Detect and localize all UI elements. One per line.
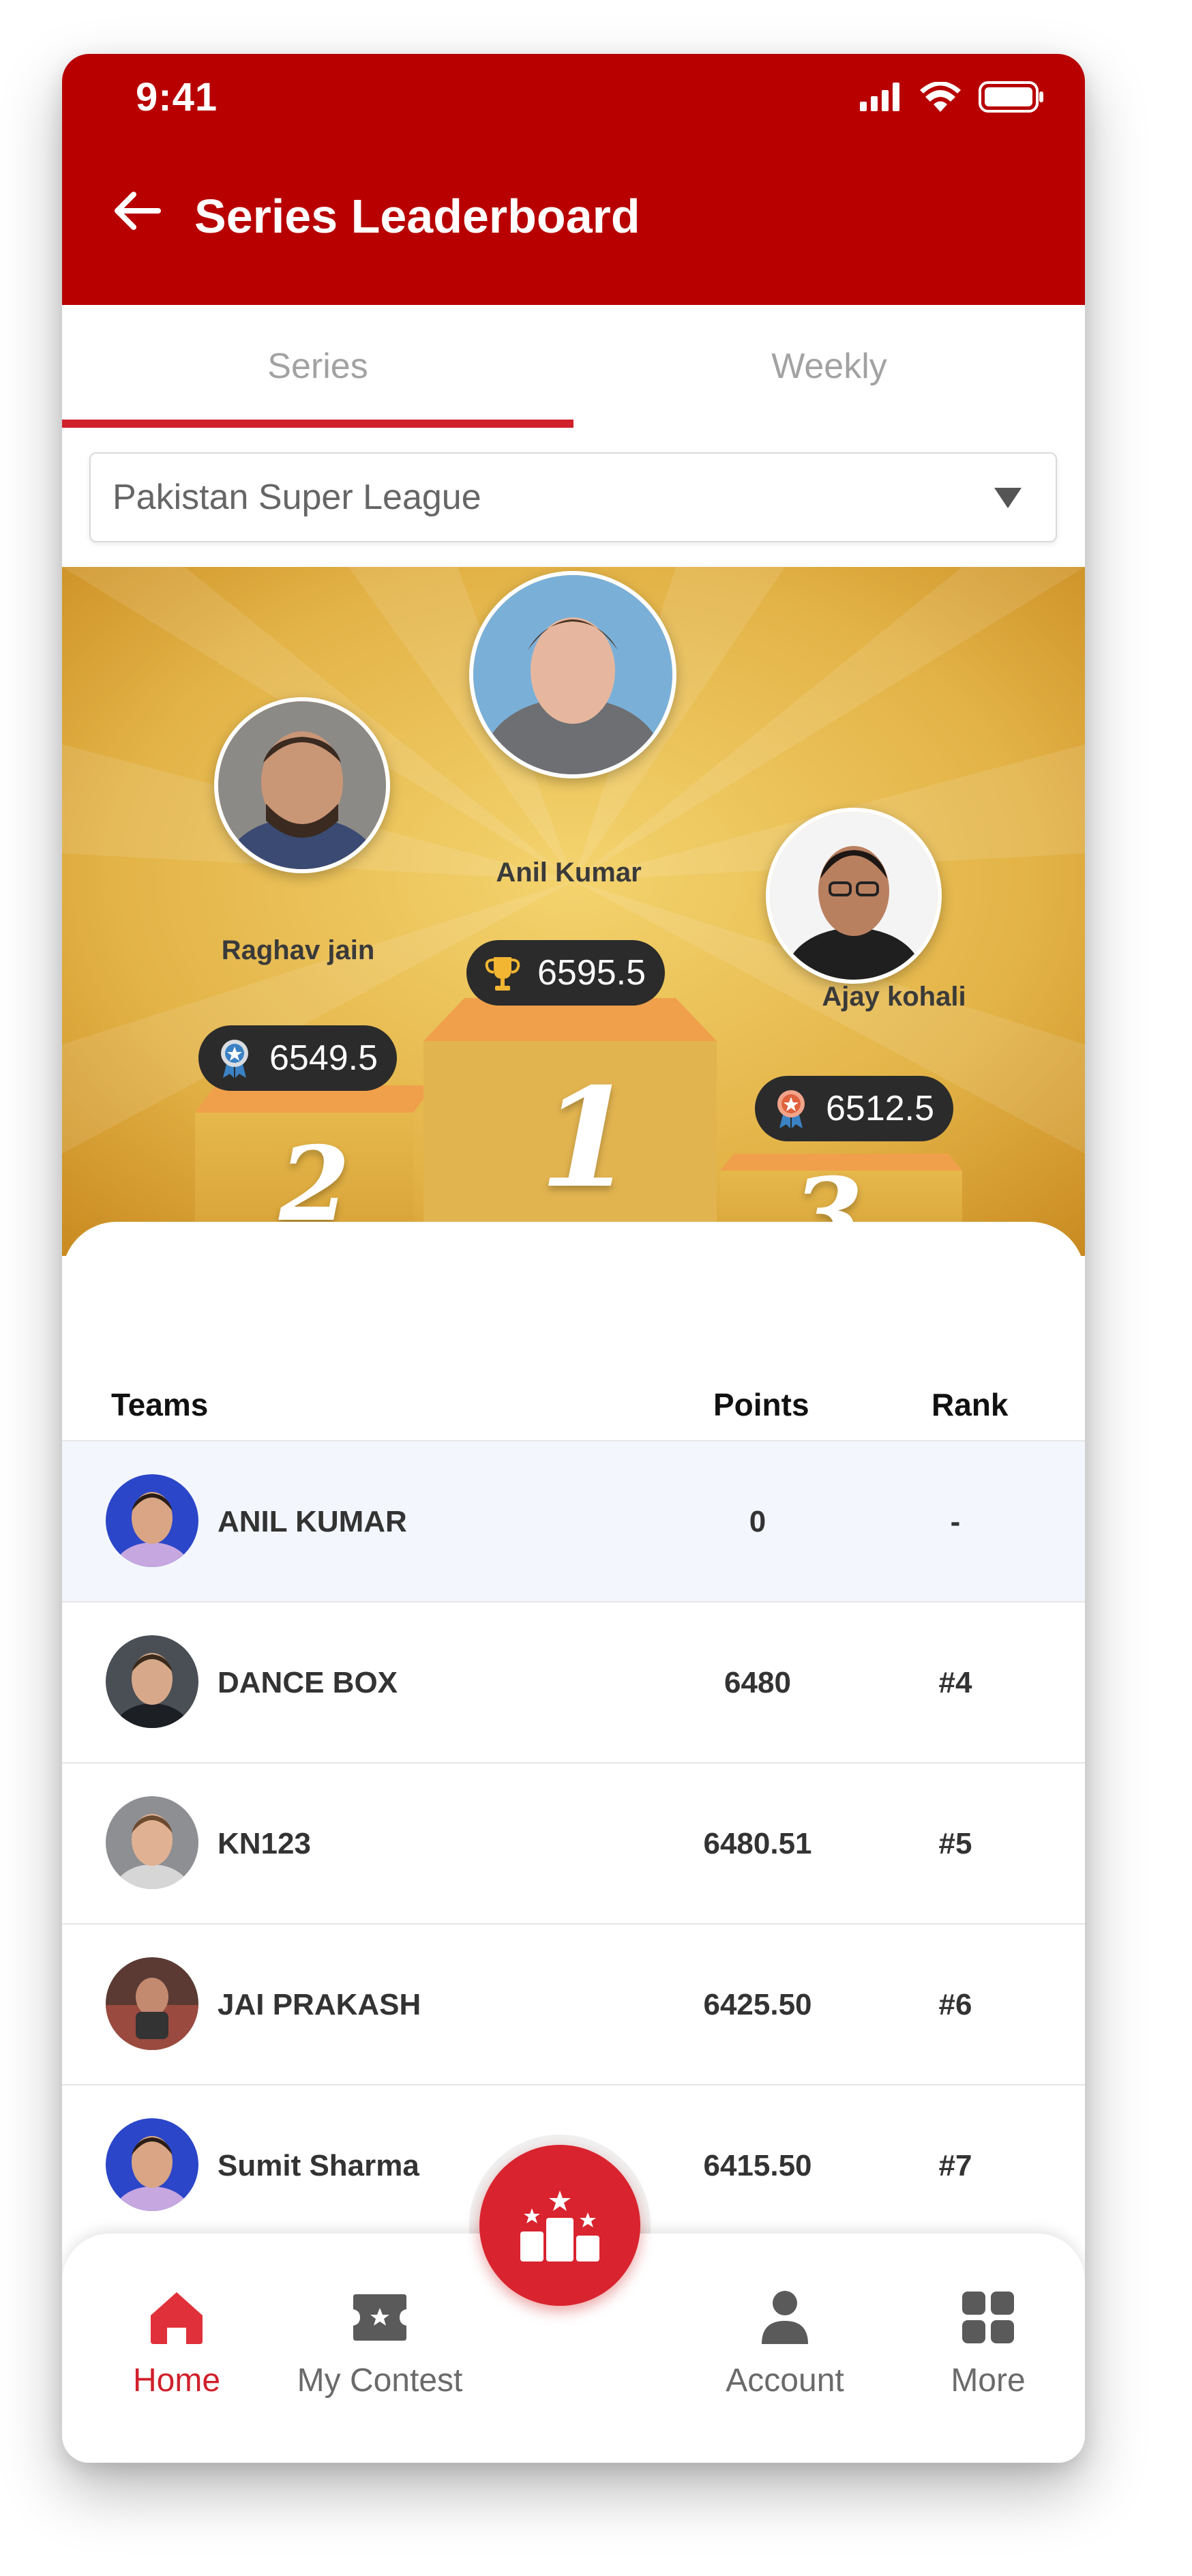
first-place-score-value: 6595.5 <box>537 953 646 993</box>
team-avatar <box>106 2118 198 2211</box>
team-rank: #4 <box>938 1666 972 1699</box>
rank-two-label: 2 <box>279 1124 351 1244</box>
third-place-score-value: 6512.5 <box>826 1089 935 1128</box>
second-place-avatar <box>214 697 390 873</box>
third-place-score: 6512.5 <box>755 1076 954 1141</box>
trophy-icon <box>485 957 520 991</box>
silver-medal-icon <box>221 1040 248 1078</box>
team-rank: - <box>950 1505 961 1538</box>
team-name: Sumit Sharma <box>218 2149 419 2182</box>
team-points: 6480.51 <box>703 1827 812 1860</box>
team-avatar <box>106 1635 198 1728</box>
team-points: 6425.50 <box>703 1988 812 2021</box>
nav-account[interactable]: Account <box>683 2234 887 2463</box>
second-place-name: Raghav jain <box>221 935 375 965</box>
nav-more[interactable]: More <box>886 2234 1085 2463</box>
nav-more-label: More <box>951 2362 1026 2399</box>
leaderboard-podium-icon <box>520 2191 599 2262</box>
team-avatar <box>106 1474 198 1567</box>
avatar-photo <box>106 1957 198 2050</box>
team-rank: #7 <box>938 2149 972 2182</box>
phone-screen: 9:41 Series Leaderboard Series Weekly Pa… <box>62 54 1085 2463</box>
avatar-photo <box>473 575 672 774</box>
team-name: ANIL KUMAR <box>218 1505 407 1538</box>
first-place-score: 6595.5 <box>466 940 666 1006</box>
third-place-avatar <box>766 808 942 984</box>
back-button[interactable] <box>110 184 164 238</box>
status-icons <box>860 80 1044 116</box>
team-name: KN123 <box>218 1827 311 1860</box>
team-points: 6480 <box>724 1666 791 1699</box>
ticket-icon <box>349 2287 411 2348</box>
battery-icon <box>979 80 1044 116</box>
arrow-left-icon <box>115 192 161 230</box>
avatar-photo <box>106 1474 198 1567</box>
tab-bar: Series Weekly <box>62 305 1085 428</box>
podium-section: Anil Kumar Raghav jain Ajay kohali 6595.… <box>62 567 1085 1256</box>
third-place-name: Ajay kohali <box>822 982 966 1012</box>
second-place-score-value: 6549.5 <box>269 1038 378 1078</box>
team-avatar <box>106 1957 198 2050</box>
team-points: 6415.50 <box>703 2149 812 2182</box>
team-name: JAI PRAKASH <box>218 1988 421 2021</box>
second-place-score: 6549.5 <box>198 1025 398 1091</box>
avatar-photo <box>106 1796 198 1889</box>
nav-account-label: Account <box>726 2362 844 2399</box>
rank-one-label: 1 <box>539 1058 635 1218</box>
nav-home[interactable]: Home <box>74 2234 279 2463</box>
avatar-photo <box>106 2118 198 2211</box>
status-time: 9:41 <box>136 75 218 119</box>
active-tab-indicator <box>62 420 573 428</box>
team-rank: #5 <box>938 1827 972 1860</box>
app-header: 9:41 Series Leaderboard <box>62 54 1085 305</box>
avatar-photo <box>218 701 386 869</box>
nav-my-contest[interactable]: My Contest <box>278 2234 482 2463</box>
team-avatar <box>106 1796 198 1889</box>
tab-series[interactable]: Series <box>62 305 573 428</box>
nav-my-contest-label: My Contest <box>297 2362 463 2399</box>
team-name: DANCE BOX <box>218 1666 398 1699</box>
bronze-medal-icon <box>777 1090 805 1128</box>
league-select-value: Pakistan Super League <box>113 478 481 517</box>
tab-weekly[interactable]: Weekly <box>573 305 1085 428</box>
user-icon <box>754 2287 816 2348</box>
page-title: Series Leaderboard <box>194 190 640 243</box>
home-icon <box>146 2287 207 2348</box>
table-row[interactable]: JAI PRAKASH 6425.50 #6 <box>62 1923 1085 2085</box>
signal-icon <box>860 82 902 115</box>
nav-home-label: Home <box>132 2362 221 2399</box>
team-points: 0 <box>749 1505 766 1538</box>
first-place-name: Anil Kumar <box>496 858 642 888</box>
grid-icon <box>957 2287 1019 2348</box>
caret-down-icon <box>994 488 1022 508</box>
table-row[interactable]: DANCE BOX 6480 #4 <box>62 1601 1085 1763</box>
avatar-photo <box>106 1635 198 1728</box>
first-place-avatar <box>469 571 676 778</box>
table-row[interactable]: ANIL KUMAR 0 - <box>62 1440 1085 1602</box>
league-select[interactable]: Pakistan Super League <box>89 452 1057 542</box>
avatar-photo <box>770 812 938 980</box>
table-row[interactable]: KN123 6480.51 #5 <box>62 1762 1085 1924</box>
wifi-icon <box>920 80 961 115</box>
team-rank: #6 <box>938 1988 972 2021</box>
leaderboard-fab-button[interactable] <box>479 2145 640 2306</box>
